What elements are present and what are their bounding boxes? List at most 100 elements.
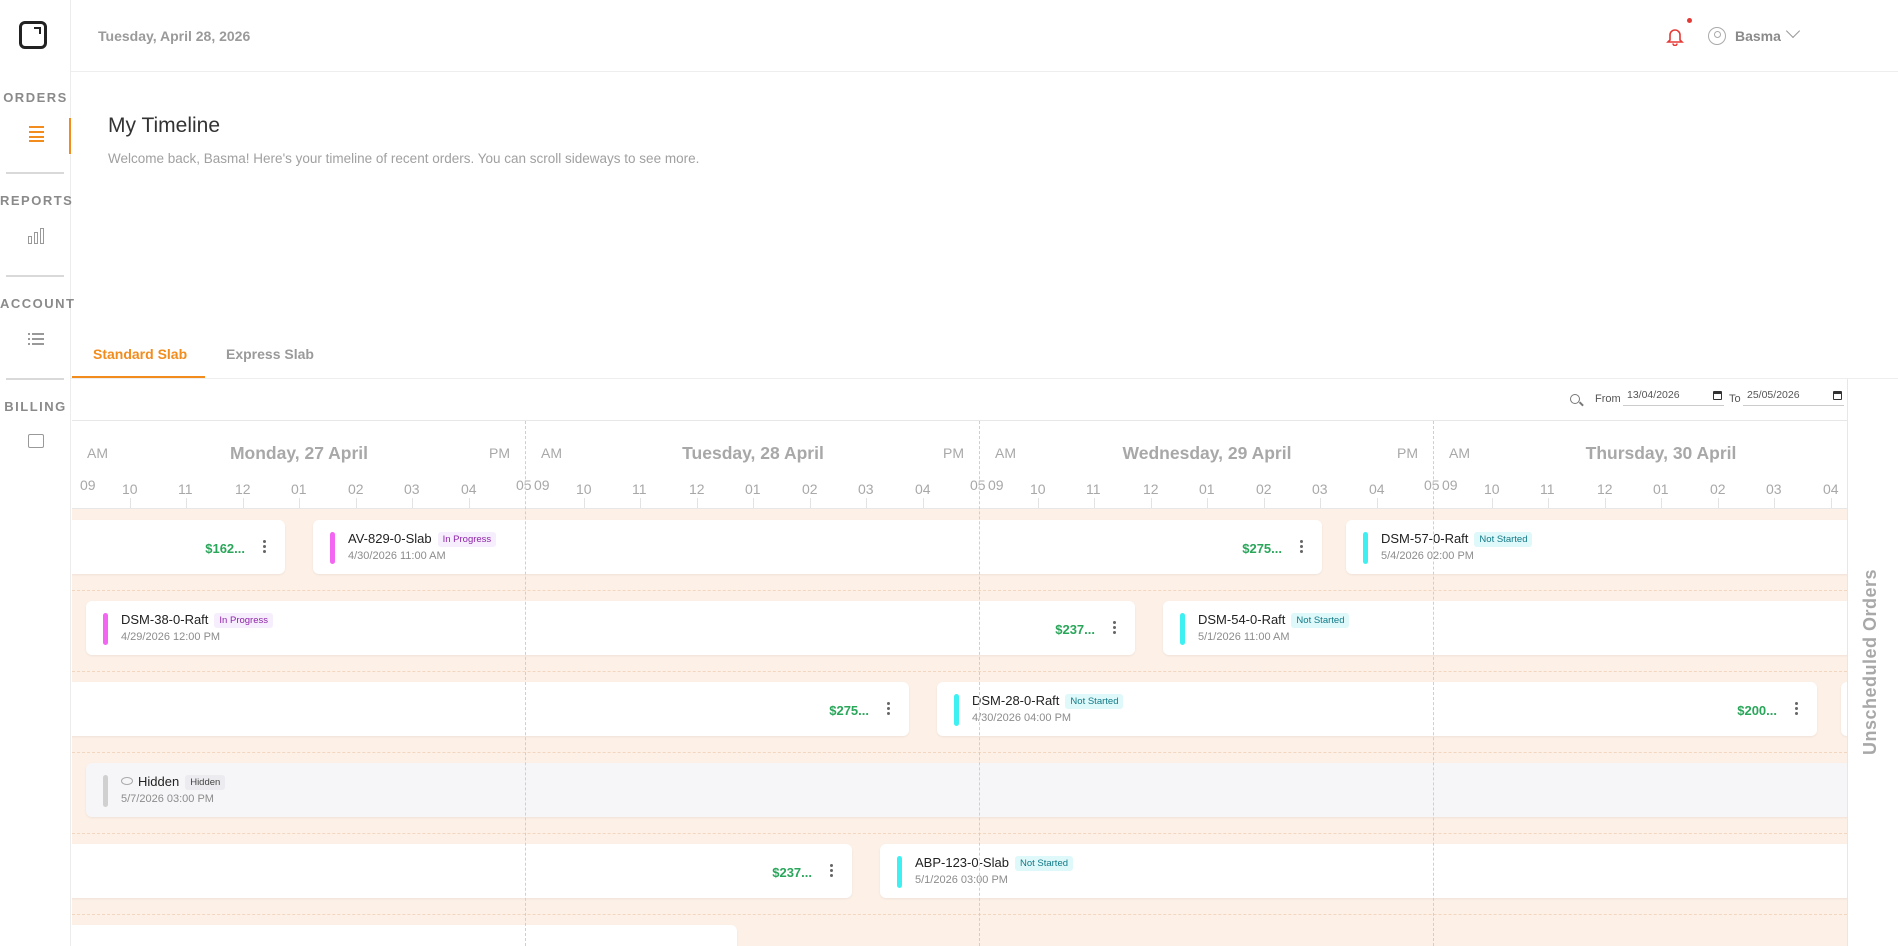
hour-tick (1548, 498, 1549, 508)
more-options-icon[interactable] (830, 864, 833, 877)
hour-label: 01 (1199, 481, 1215, 497)
hour-label: 09 (534, 477, 550, 493)
timeline[interactable]: From 13/04/2026 To 25/05/2026 AM Monday,… (72, 379, 1847, 946)
order-card[interactable]: $237... (72, 844, 852, 898)
more-options-icon[interactable] (263, 540, 266, 553)
unscheduled-orders-label[interactable]: Unscheduled Orders (1860, 569, 1881, 755)
active-tab-underline (72, 376, 205, 378)
to-label: To (1729, 393, 1741, 405)
more-options-icon[interactable] (1795, 702, 1798, 715)
user-name[interactable]: Basma (1735, 28, 1781, 44)
sidebar-label: BILLING (4, 399, 67, 414)
tab-bar: Standard Slab Express Slab (71, 338, 1898, 379)
tab-express-slab[interactable]: Express Slab (226, 346, 314, 362)
hour-tick (923, 498, 924, 508)
to-date-input[interactable]: 25/05/2026 (1743, 386, 1844, 406)
order-card[interactable]: DSM-57-0-Raft Not Started 5/4/2026 02:00 … (1346, 520, 1847, 574)
tab-standard-slab[interactable]: Standard Slab (93, 346, 187, 362)
more-options-icon[interactable] (1113, 621, 1116, 634)
calendar-icon[interactable] (1833, 391, 1842, 400)
order-price: $275... (1242, 541, 1282, 556)
notification-dot (1687, 18, 1692, 23)
timeline-day-header: AM Monday, 27 April PM AM Tuesday, 28 Ap… (72, 421, 1847, 509)
divider (6, 275, 64, 277)
order-card[interactable]: AV-829-0-Slab In Progress 4/30/2026 11:00… (313, 520, 1322, 574)
active-indicator (69, 118, 71, 154)
hour-label: 10 (576, 481, 592, 497)
status-badge: Not Started (1014, 856, 1074, 871)
hour-tick (1151, 498, 1152, 508)
order-date: 5/1/2026 03:00 PM (915, 874, 1008, 886)
hour-label: 01 (291, 481, 307, 497)
from-label: From (1595, 393, 1621, 405)
hour-label: 09 (988, 477, 1004, 493)
order-title-line: DSM-54-0-Raft Not Started (1198, 612, 1350, 628)
more-options-icon[interactable] (1300, 540, 1303, 553)
hour-label: 05 (516, 477, 532, 493)
pm-label: PM (943, 445, 964, 461)
hour-label: 04 (461, 481, 477, 497)
sidebar-label: ACCOUNT (0, 296, 76, 311)
calendar-icon[interactable] (1713, 391, 1722, 400)
unscheduled-orders-panel[interactable]: Unscheduled Orders (1847, 379, 1898, 946)
hour-label: 02 (1710, 481, 1726, 497)
order-date: 5/7/2026 03:00 PM (121, 793, 214, 805)
order-title-line: DSM-38-0-Raft In Progress (121, 612, 273, 628)
day-name: Wednesday, 29 April (1122, 443, 1292, 463)
hour-label: 03 (1766, 481, 1782, 497)
order-card[interactable]: DSM-28-0-Raft Not Started 4/30/2026 04:00… (937, 682, 1817, 736)
notification-bell-icon[interactable] (1665, 26, 1685, 46)
hour-label: 11 (178, 481, 193, 497)
hour-tick (1094, 498, 1095, 508)
status-badge: Not Started (1065, 694, 1124, 709)
hour-label: 05 (970, 477, 986, 493)
from-date-input[interactable]: 13/04/2026 (1623, 386, 1724, 406)
order-price: $275... (829, 703, 869, 718)
hidden-order-card[interactable]: Hidden Hidden 5/7/2026 03:00 PM (86, 763, 1847, 817)
order-card[interactable]: $275... (72, 682, 909, 736)
top-bar: Tuesday, April 28, 2026 (71, 0, 1898, 72)
hour-label: 11 (632, 481, 647, 497)
order-card[interactable]: DSM-38-0-Raft In Progress 4/29/2026 12:00… (86, 601, 1135, 655)
hour-label: 04 (915, 481, 931, 497)
order-card[interactable]: $162... (72, 520, 285, 574)
status-accent (954, 694, 959, 726)
hour-tick (753, 498, 754, 508)
hour-label: 09 (80, 477, 96, 493)
hour-tick (299, 498, 300, 508)
hour-label: 10 (1484, 481, 1500, 497)
order-date: 4/30/2026 11:00 AM (348, 550, 446, 562)
sidebar-item-billing[interactable]: BILLING (0, 399, 71, 448)
order-card[interactable] (72, 925, 737, 946)
order-card[interactable]: DSM-54-0-Raft Not Started 5/1/2026 11:00 … (1163, 601, 1847, 655)
app-logo[interactable] (19, 21, 47, 49)
timeline-lanes: $162... AV-829-0-Slab In Progress 4/30/20… (72, 509, 1847, 946)
sidebar-label: ORDERS (3, 90, 68, 105)
status-badge: Hidden (185, 775, 226, 790)
sidebar-item-account[interactable]: ACCOUNT (0, 296, 76, 349)
order-title: DSM-57-0-Raft (1381, 531, 1469, 546)
sidebar-item-orders[interactable]: ORDERS (0, 90, 71, 143)
divider (6, 378, 64, 380)
status-badge: In Progress (214, 613, 273, 628)
hour-tick (1038, 498, 1039, 508)
hour-label: 10 (122, 481, 138, 497)
billing-box-icon[interactable] (27, 434, 44, 448)
status-accent (1363, 532, 1368, 564)
pm-label: PM (1397, 445, 1418, 461)
bar-chart-icon[interactable] (26, 226, 46, 246)
from-date-value: 13/04/2026 (1627, 389, 1680, 401)
search-icon[interactable] (1570, 394, 1580, 404)
hour-tick (810, 498, 811, 508)
status-accent (330, 532, 335, 564)
more-options-icon[interactable] (887, 702, 890, 715)
orders-list-icon[interactable] (26, 123, 46, 143)
order-title: DSM-54-0-Raft (1198, 612, 1286, 627)
sidebar-item-reports[interactable]: REPORTS (0, 193, 72, 246)
user-avatar-icon[interactable] (1708, 27, 1726, 45)
hour-label: 10 (1030, 481, 1046, 497)
order-price: $237... (772, 865, 812, 880)
status-badge: In Progress (437, 532, 497, 547)
list-icon[interactable] (26, 329, 46, 349)
order-card[interactable]: ABP-123-0-Slab Not Started 5/1/2026 03:00… (880, 844, 1847, 898)
